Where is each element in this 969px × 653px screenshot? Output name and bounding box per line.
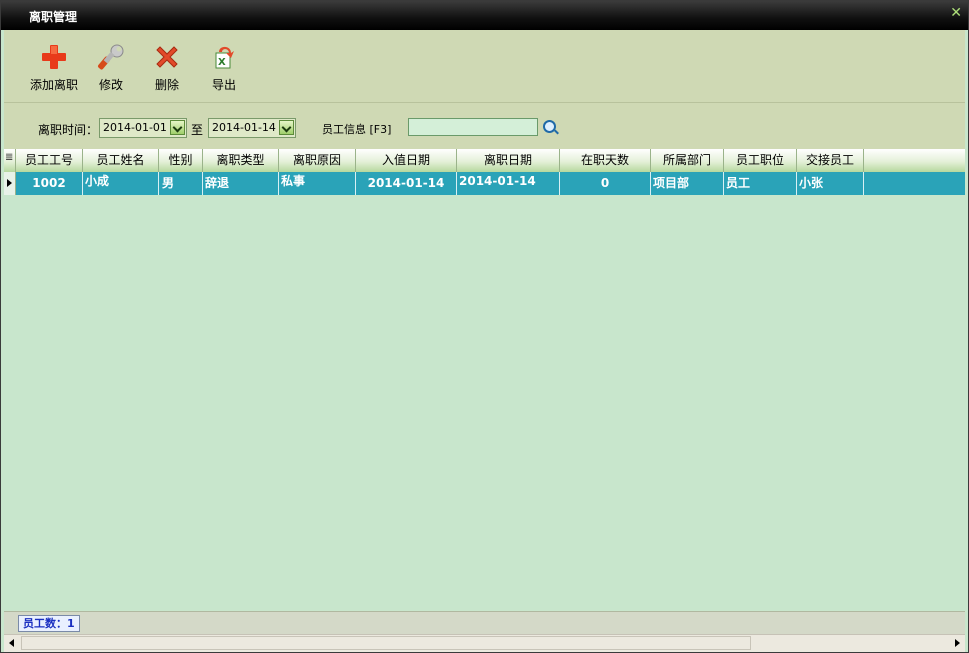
window-title: 离职管理 xyxy=(29,10,78,24)
cell-days-employed: 0 xyxy=(560,172,651,195)
cell-resign-reason: 私事 xyxy=(279,172,356,195)
export-excel-icon: X xyxy=(209,42,239,72)
column-header[interactable]: 在职天数 xyxy=(560,149,651,172)
chevron-down-icon[interactable] xyxy=(279,120,294,135)
edit-button[interactable]: 修改 xyxy=(96,42,126,93)
cell-handover-employee: 小张 xyxy=(797,172,864,195)
toolbar: 添加离职 修改 删除 X 导出 xyxy=(4,30,965,103)
employee-info-label: 员工信息 [F3] xyxy=(322,123,392,136)
scroll-right-arrow-icon[interactable] xyxy=(949,635,965,651)
column-header[interactable]: 离职日期 xyxy=(457,149,560,172)
row-selector[interactable] xyxy=(4,172,16,195)
column-header[interactable]: 性别 xyxy=(159,149,203,172)
scroll-left-arrow-icon[interactable] xyxy=(4,635,20,651)
column-header[interactable]: 员工姓名 xyxy=(83,149,159,172)
grid-corner[interactable] xyxy=(4,149,16,172)
date-to-label: 至 xyxy=(191,123,204,137)
plus-icon xyxy=(39,42,69,72)
cell-position: 员工 xyxy=(724,172,797,195)
delete-label: 删除 xyxy=(154,78,179,92)
add-resignation-button[interactable]: 添加离职 xyxy=(30,42,78,93)
cell-department: 项目部 xyxy=(651,172,724,195)
export-button[interactable]: X 导出 xyxy=(209,42,239,93)
date-from-value: 2014-01-01 xyxy=(103,121,167,134)
export-label: 导出 xyxy=(211,78,236,92)
close-icon[interactable]: ✕ xyxy=(950,5,962,21)
horizontal-scrollbar[interactable] xyxy=(4,634,965,652)
date-to-value: 2014-01-14 xyxy=(212,121,276,134)
svg-text:X: X xyxy=(218,57,226,68)
cell-employee-id: 1002 xyxy=(16,172,83,195)
scroll-thumb[interactable] xyxy=(21,636,751,650)
status-bar: 员工数：1 xyxy=(4,611,965,634)
column-header[interactable]: 入值日期 xyxy=(356,149,457,172)
column-header[interactable]: 所属部门 xyxy=(651,149,724,172)
column-header[interactable]: 离职类型 xyxy=(203,149,279,172)
employee-info-input[interactable] xyxy=(408,118,538,136)
resign-date-label: 离职时间： xyxy=(38,123,99,137)
cell-hire-date: 2014-01-14 xyxy=(356,172,457,195)
add-resignation-label: 添加离职 xyxy=(30,78,79,92)
cell-resign-type: 辞退 xyxy=(203,172,279,195)
chevron-down-icon[interactable] xyxy=(170,120,185,135)
search-icon[interactable] xyxy=(543,120,556,133)
cell-resign-date: 2014-01-14 xyxy=(457,172,560,195)
wrench-icon xyxy=(96,42,126,72)
resignation-grid: 员工工号 员工姓名 性别 离职类型 离职原因 入值日期 离职日期 在职天数 所属… xyxy=(4,149,965,611)
employee-count: 员工数：1 xyxy=(18,615,80,632)
edit-label: 修改 xyxy=(98,78,123,92)
grid-header: 员工工号 员工姓名 性别 离职类型 离职原因 入值日期 离职日期 在职天数 所属… xyxy=(4,149,965,172)
filter-bar: 离职时间： 2014-01-01 至 2014-01-14 员工信息 [F3] xyxy=(4,103,965,149)
date-to-select[interactable]: 2014-01-14 xyxy=(208,118,296,138)
delete-x-icon xyxy=(152,42,182,72)
column-header[interactable]: 员工职位 xyxy=(724,149,797,172)
cell-gender: 男 xyxy=(159,172,203,195)
title-bar[interactable]: 离职管理 ✕ xyxy=(1,1,968,30)
column-header[interactable]: 离职原因 xyxy=(279,149,356,172)
table-row[interactable]: 1002 小成 男 辞退 私事 2014-01-14 2014-01-14 0 … xyxy=(16,172,965,195)
delete-button[interactable]: 删除 xyxy=(152,42,182,93)
resign-management-window: 离职管理 ✕ 添加离职 修改 删除 X 导出 离职时间： 2014-01-01 … xyxy=(0,0,969,653)
column-header[interactable]: 交接员工 xyxy=(797,149,864,172)
column-header[interactable]: 员工工号 xyxy=(16,149,83,172)
cell-employee-name: 小成 xyxy=(83,172,159,195)
date-from-select[interactable]: 2014-01-01 xyxy=(99,118,187,138)
